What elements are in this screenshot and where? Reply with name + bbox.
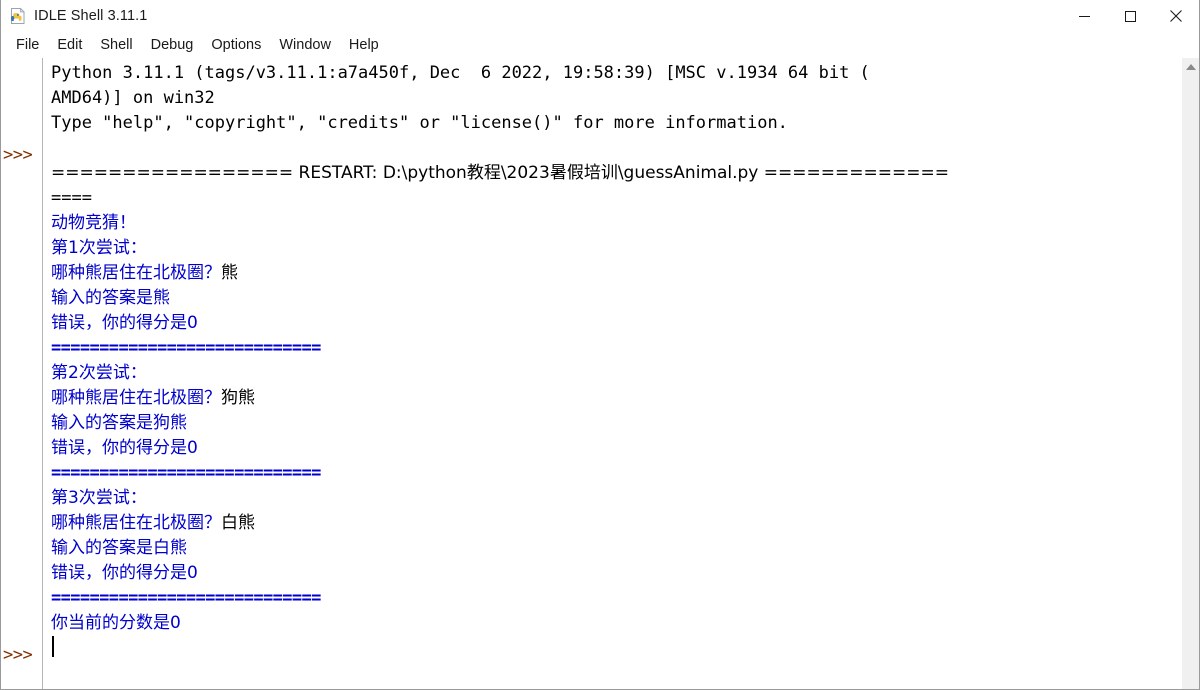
attempt-2-result: 错误，你的得分是0 xyxy=(51,438,198,458)
window-controls xyxy=(1061,0,1199,32)
separator-3: ============================ xyxy=(51,588,321,608)
attempt-3-result: 错误，你的得分是0 xyxy=(51,563,198,583)
attempt-3-question: 哪种熊居住在北极圈？ xyxy=(51,513,221,533)
attempt-3-echo: 输入的答案是白熊 xyxy=(51,538,187,558)
attempt-3-question-line: 哪种熊居住在北极圈？白熊 xyxy=(51,511,1181,536)
menu-item-edit[interactable]: Edit xyxy=(48,35,91,56)
idle-shell-window: IDLE Shell 3.11.1 File Edit Shell Debug … xyxy=(0,0,1200,690)
menu-item-window[interactable]: Window xyxy=(270,35,340,56)
attempt-1-answer: 熊 xyxy=(221,263,238,283)
scroll-up-arrow-icon[interactable] xyxy=(1182,58,1199,75)
attempt-2-question-line: 哪种熊居住在北极圈？狗熊 xyxy=(51,386,1181,411)
shell-body: >>> >>> Python 3.11.1 (tags/v3.11.1:a7a4… xyxy=(1,58,1199,689)
final-score: 你当前的分数是0 xyxy=(51,613,181,633)
python-file-icon xyxy=(9,7,27,25)
attempt-1-echo: 输入的答案是熊 xyxy=(51,288,170,308)
menu-item-file[interactable]: File xyxy=(7,35,48,56)
separator-1: ============================ xyxy=(51,338,321,358)
attempt-3-header: 第3次尝试： xyxy=(51,488,147,508)
menu-bar: File Edit Shell Debug Options Window Hel… xyxy=(1,33,1199,58)
menu-item-debug[interactable]: Debug xyxy=(142,35,203,56)
menu-item-help[interactable]: Help xyxy=(340,35,388,56)
close-button[interactable] xyxy=(1153,0,1199,32)
attempt-1-question: 哪种熊居住在北极圈？ xyxy=(51,263,221,283)
attempt-3-answer: 白熊 xyxy=(221,513,255,533)
text-caret xyxy=(52,636,54,657)
banner-line-2: AMD64)] on win32 xyxy=(51,88,215,108)
prompt-gutter: >>> >>> xyxy=(1,58,43,689)
attempt-1-result: 错误，你的得分是0 xyxy=(51,313,198,333)
output-title: 动物竞猜！ xyxy=(51,213,136,233)
restart-line-1: ================= RESTART: D:\python教程\2… xyxy=(51,163,949,183)
maximize-button[interactable] xyxy=(1107,0,1153,32)
separator-2: ============================ xyxy=(51,463,321,483)
banner-line-3: Type "help", "copyright", "credits" or "… xyxy=(51,113,788,133)
restart-line-2: ==== xyxy=(51,188,92,208)
window-title: IDLE Shell 3.11.1 xyxy=(34,8,148,24)
menu-item-options[interactable]: Options xyxy=(202,35,270,56)
shell-text-area[interactable]: Python 3.11.1 (tags/v3.11.1:a7a450f, Dec… xyxy=(43,58,1181,689)
attempt-2-answer: 狗熊 xyxy=(221,388,255,408)
input-caret-line[interactable] xyxy=(51,636,1181,661)
attempt-2-header: 第2次尝试： xyxy=(51,363,147,383)
shell-prompt-1: >>> xyxy=(3,145,33,165)
attempt-1-question-line: 哪种熊居住在北极圈？熊 xyxy=(51,261,1181,286)
title-bar: IDLE Shell 3.11.1 xyxy=(1,0,1199,33)
banner-line-1: Python 3.11.1 (tags/v3.11.1:a7a450f, Dec… xyxy=(51,63,870,83)
shell-prompt-2: >>> xyxy=(3,645,33,665)
attempt-1-header: 第1次尝试： xyxy=(51,238,147,258)
vertical-scrollbar[interactable] xyxy=(1181,58,1199,689)
minimize-button[interactable] xyxy=(1061,0,1107,32)
attempt-2-question: 哪种熊居住在北极圈？ xyxy=(51,388,221,408)
attempt-2-echo: 输入的答案是狗熊 xyxy=(51,413,187,433)
menu-item-shell[interactable]: Shell xyxy=(91,35,141,56)
